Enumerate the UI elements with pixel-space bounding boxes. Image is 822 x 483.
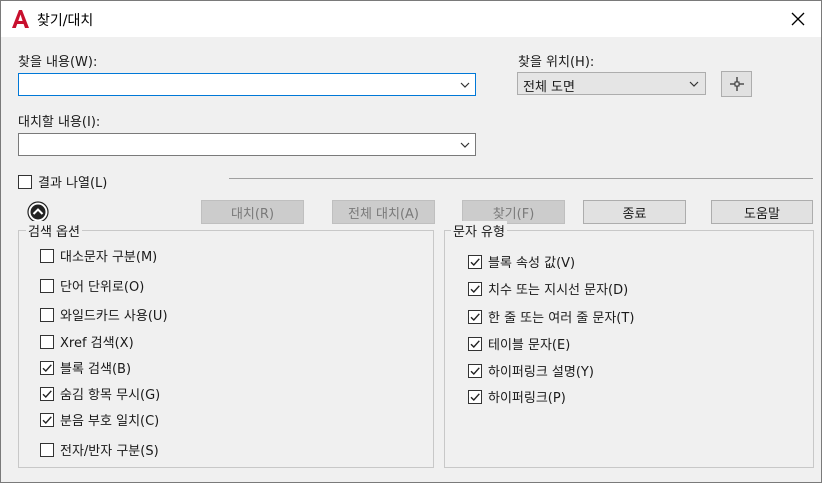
close-button[interactable] xyxy=(775,1,821,37)
chevron-down-icon xyxy=(689,81,699,87)
search-option-checkbox[interactable]: 분음 부호 일치(C) xyxy=(40,410,159,429)
find-where-label: 찾을 위치(H): xyxy=(518,55,595,70)
search-option-checkbox[interactable]: 전자/반자 구분(S) xyxy=(40,440,159,459)
text-type-label: 한 줄 또는 여러 줄 문자(T) xyxy=(488,311,635,326)
checkbox-box xyxy=(40,360,54,375)
text-types-title: 문자 유형 xyxy=(451,221,507,240)
close-icon xyxy=(791,12,805,26)
search-option-label: 블록 검색(B) xyxy=(60,362,132,377)
checkmark-icon xyxy=(470,339,480,348)
search-option-checkbox[interactable]: 단어 단위로(O) xyxy=(40,276,144,295)
text-type-checkbox[interactable]: 하이퍼링크(P) xyxy=(468,387,566,406)
text-type-label: 테이블 문자(E) xyxy=(488,338,571,353)
checkbox-box xyxy=(468,363,482,378)
text-type-label: 하이퍼링크(P) xyxy=(488,391,566,406)
checkbox-box xyxy=(468,309,482,324)
find-replace-dialog: 찾기/대치 찾을 내용(W): 찾을 위치(H): 전체 도면 대치할 내용(I… xyxy=(0,0,822,483)
list-results-checkbox[interactable]: 결과 나열(L) xyxy=(18,172,107,191)
find-what-combo[interactable] xyxy=(18,73,476,96)
checkmark-icon xyxy=(42,389,52,398)
checkbox-box xyxy=(468,336,482,351)
find-where-select[interactable]: 전체 도면 xyxy=(517,72,706,95)
replace-with-combo[interactable] xyxy=(18,133,476,156)
search-option-label: Xref 검색(X) xyxy=(60,336,134,351)
checkbox-box xyxy=(40,307,54,322)
text-type-checkbox[interactable]: 테이블 문자(E) xyxy=(468,334,570,353)
replace-with-label: 대치할 내용(I): xyxy=(18,115,101,130)
search-option-label: 분음 부호 일치(C) xyxy=(60,414,160,429)
checkbox-box xyxy=(18,174,32,189)
chevron-down-icon xyxy=(460,142,470,148)
search-option-checkbox[interactable]: 숨김 항목 무시(G) xyxy=(40,384,160,403)
search-option-checkbox[interactable]: 와일드카드 사용(U) xyxy=(40,305,168,324)
search-option-checkbox[interactable]: 블록 검색(B) xyxy=(40,358,131,377)
checkmark-icon xyxy=(470,312,480,321)
separator xyxy=(229,178,813,179)
search-option-label: 단어 단위로(O) xyxy=(60,280,145,295)
text-type-checkbox[interactable]: 치수 또는 지시선 문자(D) xyxy=(468,279,628,298)
list-results-label: 결과 나열(L) xyxy=(38,176,108,191)
checkbox-box xyxy=(40,412,54,427)
checkmark-icon xyxy=(470,284,480,293)
help-button[interactable]: 도움말 xyxy=(711,200,813,224)
checkbox-box xyxy=(468,281,482,296)
checkbox-box xyxy=(40,442,54,457)
search-option-label: 와일드카드 사용(U) xyxy=(60,309,168,324)
checkbox-box xyxy=(40,386,54,401)
replace-all-button[interactable]: 전체 대치(A) xyxy=(332,200,435,224)
autocad-logo-icon xyxy=(12,10,29,28)
checkmark-icon xyxy=(470,257,480,266)
text-type-checkbox[interactable]: 블록 속성 값(V) xyxy=(468,252,575,271)
checkbox-box xyxy=(468,254,482,269)
text-type-label: 하이퍼링크 설명(Y) xyxy=(488,365,594,380)
find-where-value: 전체 도면 xyxy=(523,80,575,95)
checkmark-icon xyxy=(42,363,52,372)
text-type-checkbox[interactable]: 한 줄 또는 여러 줄 문자(T) xyxy=(468,307,634,326)
search-option-checkbox[interactable]: Xref 검색(X) xyxy=(40,332,134,351)
select-objects-button[interactable] xyxy=(721,71,752,97)
search-options-title: 검색 옵션 xyxy=(26,221,82,240)
search-option-label: 숨김 항목 무시(G) xyxy=(60,388,161,403)
text-type-label: 치수 또는 지시선 문자(D) xyxy=(488,283,629,298)
checkbox-box xyxy=(40,278,54,293)
checkmark-icon xyxy=(470,392,480,401)
checkbox-box xyxy=(40,248,54,263)
done-button[interactable]: 종료 xyxy=(583,200,686,224)
checkmark-icon xyxy=(470,366,480,375)
crosshair-pick-icon xyxy=(729,77,744,91)
title-bar: 찾기/대치 xyxy=(1,1,821,37)
window-title: 찾기/대치 xyxy=(37,13,94,29)
checkbox-box xyxy=(40,334,54,349)
checkmark-icon xyxy=(42,415,52,424)
checkbox-box xyxy=(468,389,482,404)
text-type-checkbox[interactable]: 하이퍼링크 설명(Y) xyxy=(468,361,594,380)
search-option-label: 대소문자 구분(M) xyxy=(60,250,158,265)
text-type-label: 블록 속성 값(V) xyxy=(488,256,576,271)
replace-button[interactable]: 대치(R) xyxy=(201,200,304,224)
collapse-options-icon[interactable] xyxy=(27,201,49,223)
chevron-down-icon xyxy=(460,82,470,88)
find-what-label: 찾을 내용(W): xyxy=(18,55,98,70)
search-option-checkbox[interactable]: 대소문자 구분(M) xyxy=(40,246,157,265)
search-option-label: 전자/반자 구분(S) xyxy=(60,444,159,459)
